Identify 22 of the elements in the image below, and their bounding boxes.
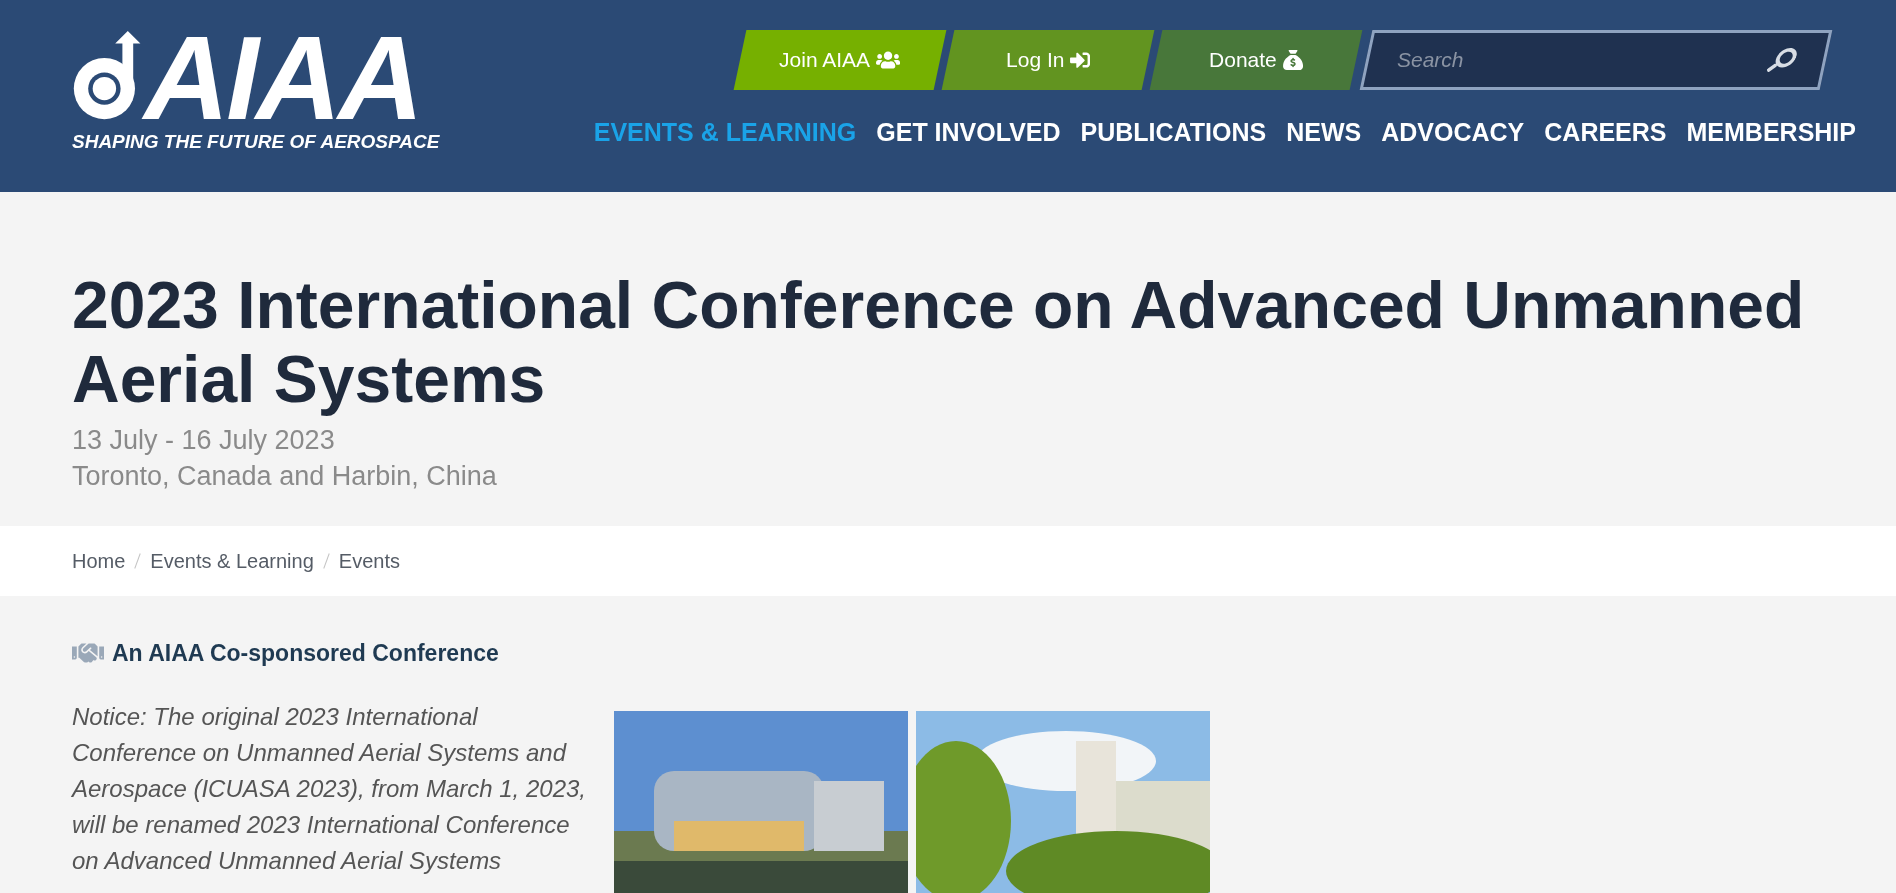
notice-text: Notice: The original 2023 International Conference on Unmanned Aerial Systems and Aerospace (ICUASA 2023), from March 1, 2023, will be renamed 2023 International Conference on Advanced Unmanned Aerial Systems <box>72 701 587 876</box>
nav-link[interactable]: PUBLICATIONS <box>1080 114 1267 152</box>
money-bag-icon <box>1282 50 1303 70</box>
breadcrumb-link[interactable]: Home <box>72 546 126 576</box>
search-field[interactable]: Search <box>1359 30 1833 90</box>
event-location: Toronto, Canada and Harbin, China <box>72 460 498 493</box>
event-title: 2023 International Conference on Advanced Unmanned Aerial Systems <box>72 268 1806 416</box>
breadcrumb-link[interactable]: Events <box>338 546 400 576</box>
nav-link[interactable]: GET INVOLVED <box>876 114 1061 152</box>
sign-in-icon <box>1070 50 1091 70</box>
header-button[interactable]: Donate <box>1149 30 1363 90</box>
logo-wordmark: AIAA <box>144 32 421 124</box>
nav-link[interactable]: ADVOCACY <box>1381 114 1525 152</box>
nav-link[interactable]: NEWS <box>1286 114 1362 152</box>
sponsorship-label: An AIAA Co-sponsored Conference <box>112 639 499 668</box>
nav-link[interactable]: CAREERS <box>1544 114 1667 152</box>
header-button[interactable]: Log In <box>941 30 1155 90</box>
search-input[interactable]: Search <box>1369 33 1771 87</box>
event-dates: 13 July - 16 July 2023 <box>72 424 336 457</box>
logo-tagline: SHAPING THE FUTURE OF AEROSPACE <box>72 130 440 154</box>
breadcrumb-link[interactable]: Events & Learning <box>150 546 314 576</box>
nav-link[interactable]: MEMBERSHIP <box>1686 114 1856 152</box>
